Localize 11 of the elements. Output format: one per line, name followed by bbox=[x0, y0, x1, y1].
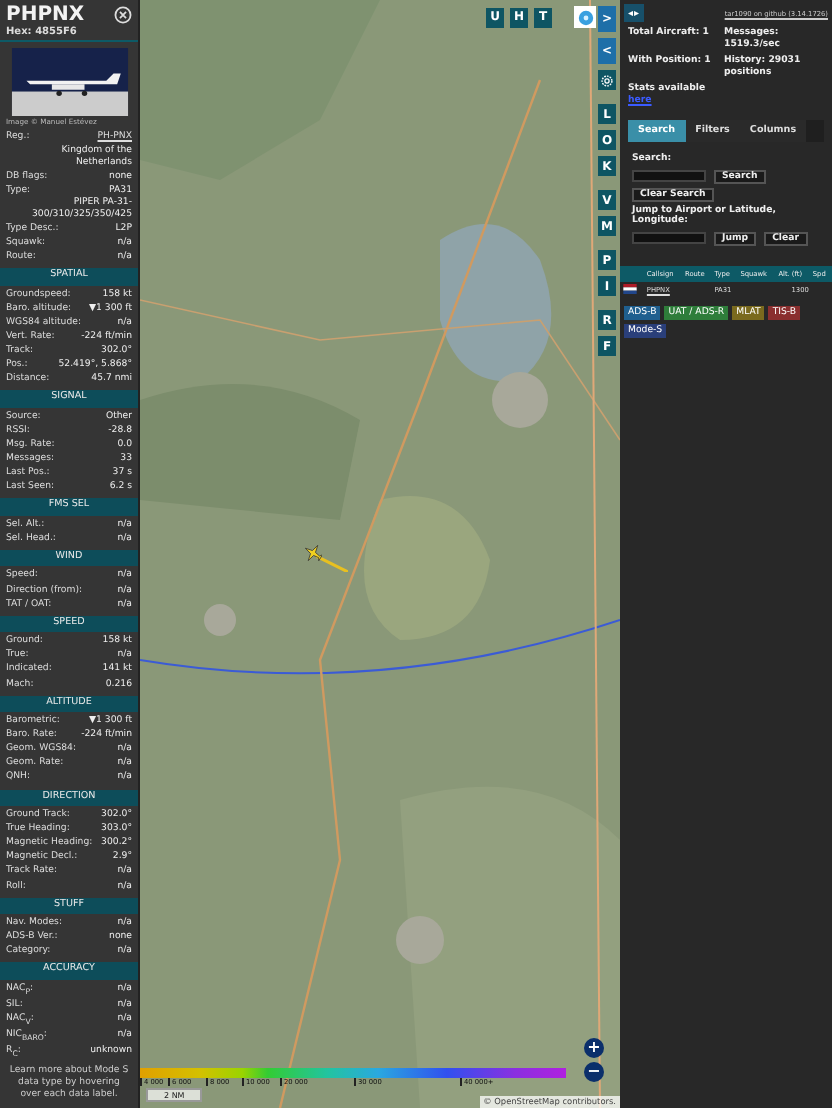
flag-icon bbox=[622, 283, 638, 293]
callsign-title: PHPNX bbox=[6, 4, 85, 26]
close-icon[interactable] bbox=[114, 6, 132, 24]
search-field[interactable] bbox=[632, 170, 706, 182]
settings-button[interactable] bbox=[598, 70, 616, 90]
column-header bbox=[620, 265, 645, 281]
layers-button[interactable] bbox=[574, 6, 596, 28]
location-field[interactable] bbox=[632, 232, 706, 244]
settings-icon bbox=[600, 73, 614, 87]
track-line bbox=[316, 556, 348, 572]
airplane-icon[interactable] bbox=[304, 544, 322, 562]
